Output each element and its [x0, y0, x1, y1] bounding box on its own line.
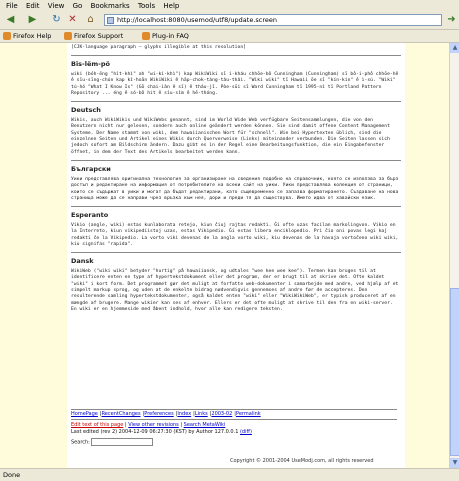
last-edited-text: Last edited (rev 2) 2004-12-09 06:27:30 …	[71, 429, 239, 435]
scroll-down-icon[interactable]: ▼	[450, 458, 459, 468]
menu-bookmarks[interactable]: Bookmarks	[91, 0, 130, 12]
link-recentchanges[interactable]: RecentChanges	[102, 411, 141, 418]
menu-edit[interactable]: Edit	[26, 0, 40, 12]
copyright-text: Copyright © 2001-2004 UseModj.com, all r…	[230, 458, 374, 464]
vertical-scrollbar[interactable]: ▲ ▼	[449, 43, 459, 468]
edit-page-link[interactable]: Edit text of this page	[71, 422, 123, 428]
status-text: Done	[3, 471, 21, 479]
reload-icon[interactable]: ↻	[50, 14, 63, 26]
section-text: Уики представлява оригинална технология …	[71, 176, 399, 201]
link-date[interactable]: 2003-02	[211, 411, 232, 418]
scroll-up-icon[interactable]: ▲	[450, 43, 459, 53]
menu-help[interactable]: Help	[163, 0, 179, 12]
divider	[71, 160, 401, 162]
firefox-icon	[3, 32, 11, 40]
search-metawiki-link[interactable]: Search MetaWiki	[184, 422, 226, 428]
diff-link[interactable]: (diff)	[240, 429, 252, 435]
scrollbar-thumb[interactable]	[450, 288, 459, 456]
link-index[interactable]: Index	[177, 411, 191, 418]
section-heading: Deutsch	[71, 106, 101, 115]
bookmarks-toolbar: Firefox Help Firefox Support Plug-in FAQ	[0, 30, 459, 43]
stop-icon[interactable]: ✕	[66, 14, 79, 26]
bookmark-label: Firefox Help	[13, 32, 52, 40]
forward-icon[interactable]: ▶	[26, 14, 39, 26]
address-text: http://localhost:8080/usemod/utf8/update…	[117, 16, 277, 24]
search-label: Search:	[71, 439, 90, 446]
section-text: wiki (bo̍h-ēng "hi̍t-khì" ah "wi-ki-khì"…	[71, 71, 399, 97]
section-text: WikiWeb ("wiki wiki" betyder "hurtig" på…	[71, 268, 399, 313]
address-bar[interactable]: http://localhost:8080/usemod/utf8/update…	[104, 14, 442, 26]
bookmark-label: Firefox Support	[74, 32, 124, 40]
page-icon	[107, 17, 114, 24]
go-icon[interactable]: ➜	[445, 14, 458, 26]
menu-tools[interactable]: Tools	[138, 0, 155, 12]
home-icon[interactable]: ⌂	[84, 14, 97, 26]
edit-line: Edit text of this page | View other revi…	[71, 422, 252, 435]
link-preferences[interactable]: Preferences	[144, 411, 173, 418]
divider	[71, 101, 401, 103]
section-text: [CJK-language paragraph — glyphs illegib…	[71, 45, 246, 50]
firefox-icon	[142, 32, 150, 40]
link-permalink[interactable]: Permalink	[236, 411, 261, 418]
back-icon[interactable]: ◀	[4, 14, 17, 26]
section-heading: Български	[71, 165, 111, 174]
footer-links: HomePage | RecentChanges | Preferences | In…	[71, 409, 397, 420]
menu-go[interactable]: Go	[73, 0, 83, 12]
link-homepage[interactable]: HomePage	[71, 411, 98, 418]
bookmark-firefox-help[interactable]: Firefox Help	[3, 31, 51, 41]
divider	[71, 252, 401, 254]
bookmark-firefox-support[interactable]: Firefox Support	[64, 31, 123, 41]
view-revisions-link[interactable]: View other revisions	[128, 422, 179, 428]
status-bar: Done	[0, 468, 459, 481]
menu-file[interactable]: File	[6, 0, 18, 12]
firefox-icon	[64, 32, 72, 40]
search-row: Search:	[71, 438, 397, 447]
divider	[71, 206, 401, 208]
link-links[interactable]: Links	[195, 411, 208, 418]
section-heading: Esperanto	[71, 211, 109, 220]
divider	[71, 55, 401, 57]
wiki-page: [CJK-language paragraph — glyphs illegib…	[67, 43, 405, 468]
section-text: Wikis, auch WikiWikis und WikiWebs genan…	[71, 117, 390, 155]
section-heading: Bïs-lëm-pö	[71, 60, 110, 69]
bookmark-label: Plug-in FAQ	[152, 32, 189, 40]
section-text: Vikio (angle, wiki) estas kunlaborata re…	[71, 222, 399, 247]
bookmark-plugin-faq[interactable]: Plug-in FAQ	[142, 31, 189, 41]
page-footer: HomePage | RecentChanges | Preferences | In…	[71, 409, 397, 447]
navigation-toolbar: ◀ ▶ ↻ ✕ ⌂ http://localhost:8080/usemod/u…	[0, 12, 459, 30]
menu-view[interactable]: View	[48, 0, 65, 12]
section-heading: Dansk	[71, 257, 94, 266]
search-input[interactable]	[91, 438, 154, 446]
page-viewport: [CJK-language paragraph — glyphs illegib…	[0, 43, 449, 468]
